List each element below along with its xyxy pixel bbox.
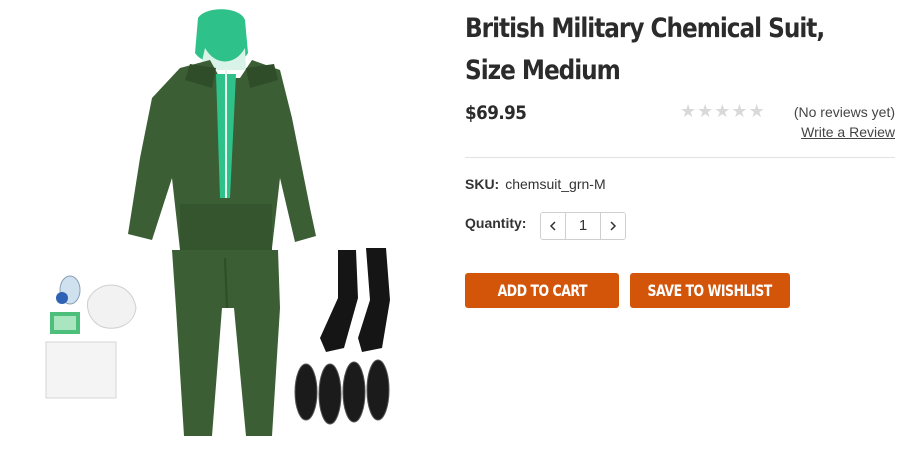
quantity-label: Quantity: <box>465 215 527 231</box>
sku-label: SKU: <box>465 176 500 192</box>
divider <box>465 157 895 158</box>
star-icon: ★ <box>697 101 714 122</box>
quantity-increase-button[interactable] <box>601 213 625 239</box>
rating-stars: ★ ★ ★ ★ ★ <box>680 102 765 122</box>
add-to-cart-label: ADD TO CART <box>497 281 587 300</box>
sku-row: SKU: chemsuit_grn-M <box>465 176 606 192</box>
star-icon: ★ <box>680 101 697 122</box>
product-image[interactable] <box>40 8 420 444</box>
product-price: $69.95 <box>465 102 527 124</box>
product-title: British Military Chemical Suit, Size Med… <box>465 13 825 86</box>
quantity-input[interactable]: 1 <box>565 213 601 239</box>
sku-value: chemsuit_grn-M <box>505 176 606 192</box>
star-icon: ★ <box>748 101 765 122</box>
star-icon: ★ <box>714 101 731 122</box>
add-to-cart-button[interactable]: ADD TO CART <box>465 273 619 308</box>
write-review-link[interactable]: Write a Review <box>801 124 895 140</box>
save-to-wishlist-button[interactable]: SAVE TO WISHLIST <box>630 273 790 308</box>
reviews-count: (No reviews yet) <box>793 104 895 120</box>
quantity-stepper: 1 <box>540 212 626 240</box>
star-icon: ★ <box>731 101 748 122</box>
chevron-left-icon <box>549 221 556 231</box>
save-to-wishlist-label: SAVE TO WISHLIST <box>647 281 773 300</box>
chevron-right-icon <box>610 221 617 231</box>
quantity-decrease-button[interactable] <box>541 213 565 239</box>
